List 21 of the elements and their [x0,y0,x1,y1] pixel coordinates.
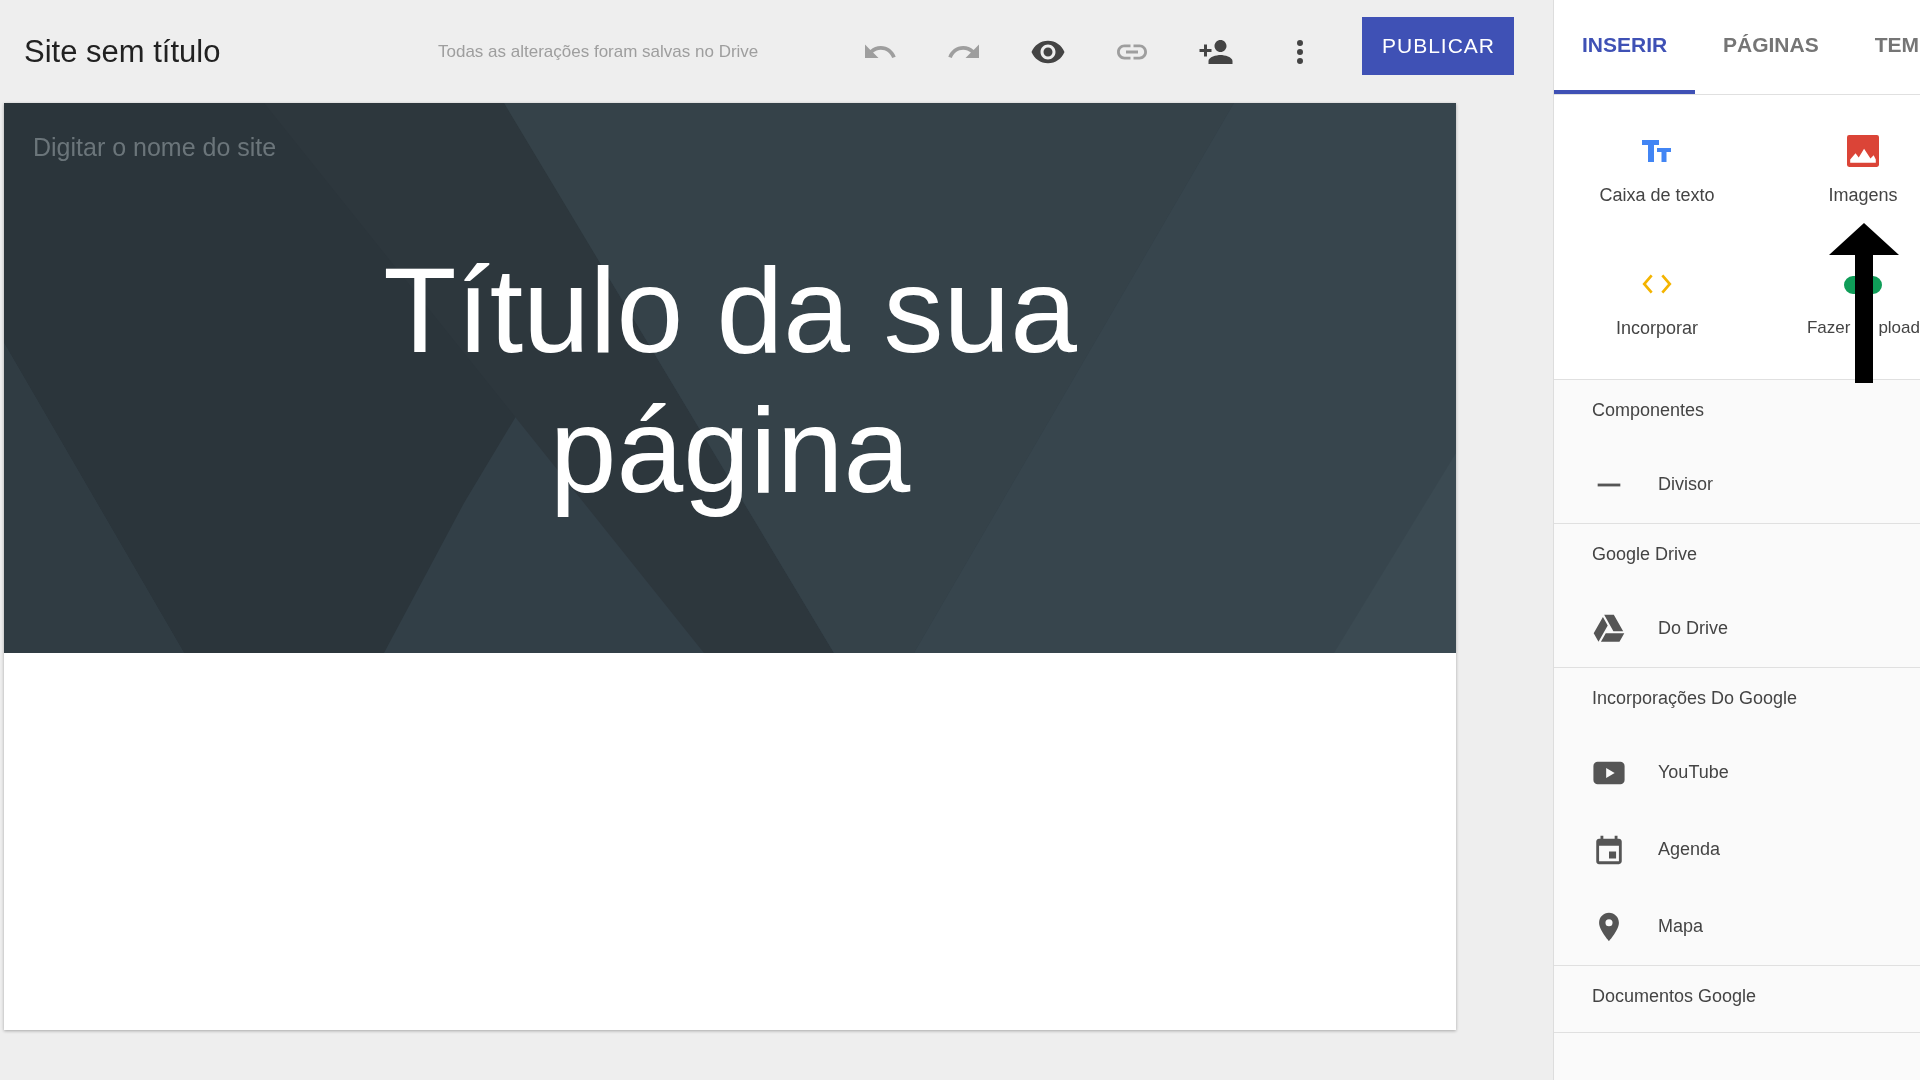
insert-item[interactable]: YouTube [1658,762,1729,783]
tile-label[interactable]: Imagens [1828,185,1898,206]
save-status: Todas as alterações foram salvas no Drive [438,41,760,62]
section-heading: Componentes [1592,400,1706,422]
page-title[interactable]: Título da sua página [280,240,1180,520]
tile-label[interactable]: Incorporar [1615,318,1698,339]
tile-label[interactable]: Fazer [1806,318,1851,338]
insert-item[interactable]: Do Drive [1658,618,1728,639]
tile-label[interactable]: pload [1878,318,1920,338]
insert-item[interactable]: Divisor [1658,474,1713,495]
insert-item[interactable]: Agenda [1658,839,1721,860]
tile-label[interactable]: Caixa de texto [1599,185,1715,206]
image-icon[interactable] [1847,135,1879,167]
section-heading: Google Drive [1592,544,1699,566]
sidebar-tab[interactable]: TEM [1846,0,1920,94]
section-heading: Documentos Google [1592,986,1758,1008]
site-title[interactable]: Site sem título [24,33,438,70]
section-heading: Incorporações Do Google [1592,688,1799,710]
publish-button[interactable]: PUBLICAR [1362,16,1514,75]
insert-item[interactable]: Mapa [1658,916,1704,937]
sidebar-tab[interactable]: PÁGINAS [1695,0,1847,94]
